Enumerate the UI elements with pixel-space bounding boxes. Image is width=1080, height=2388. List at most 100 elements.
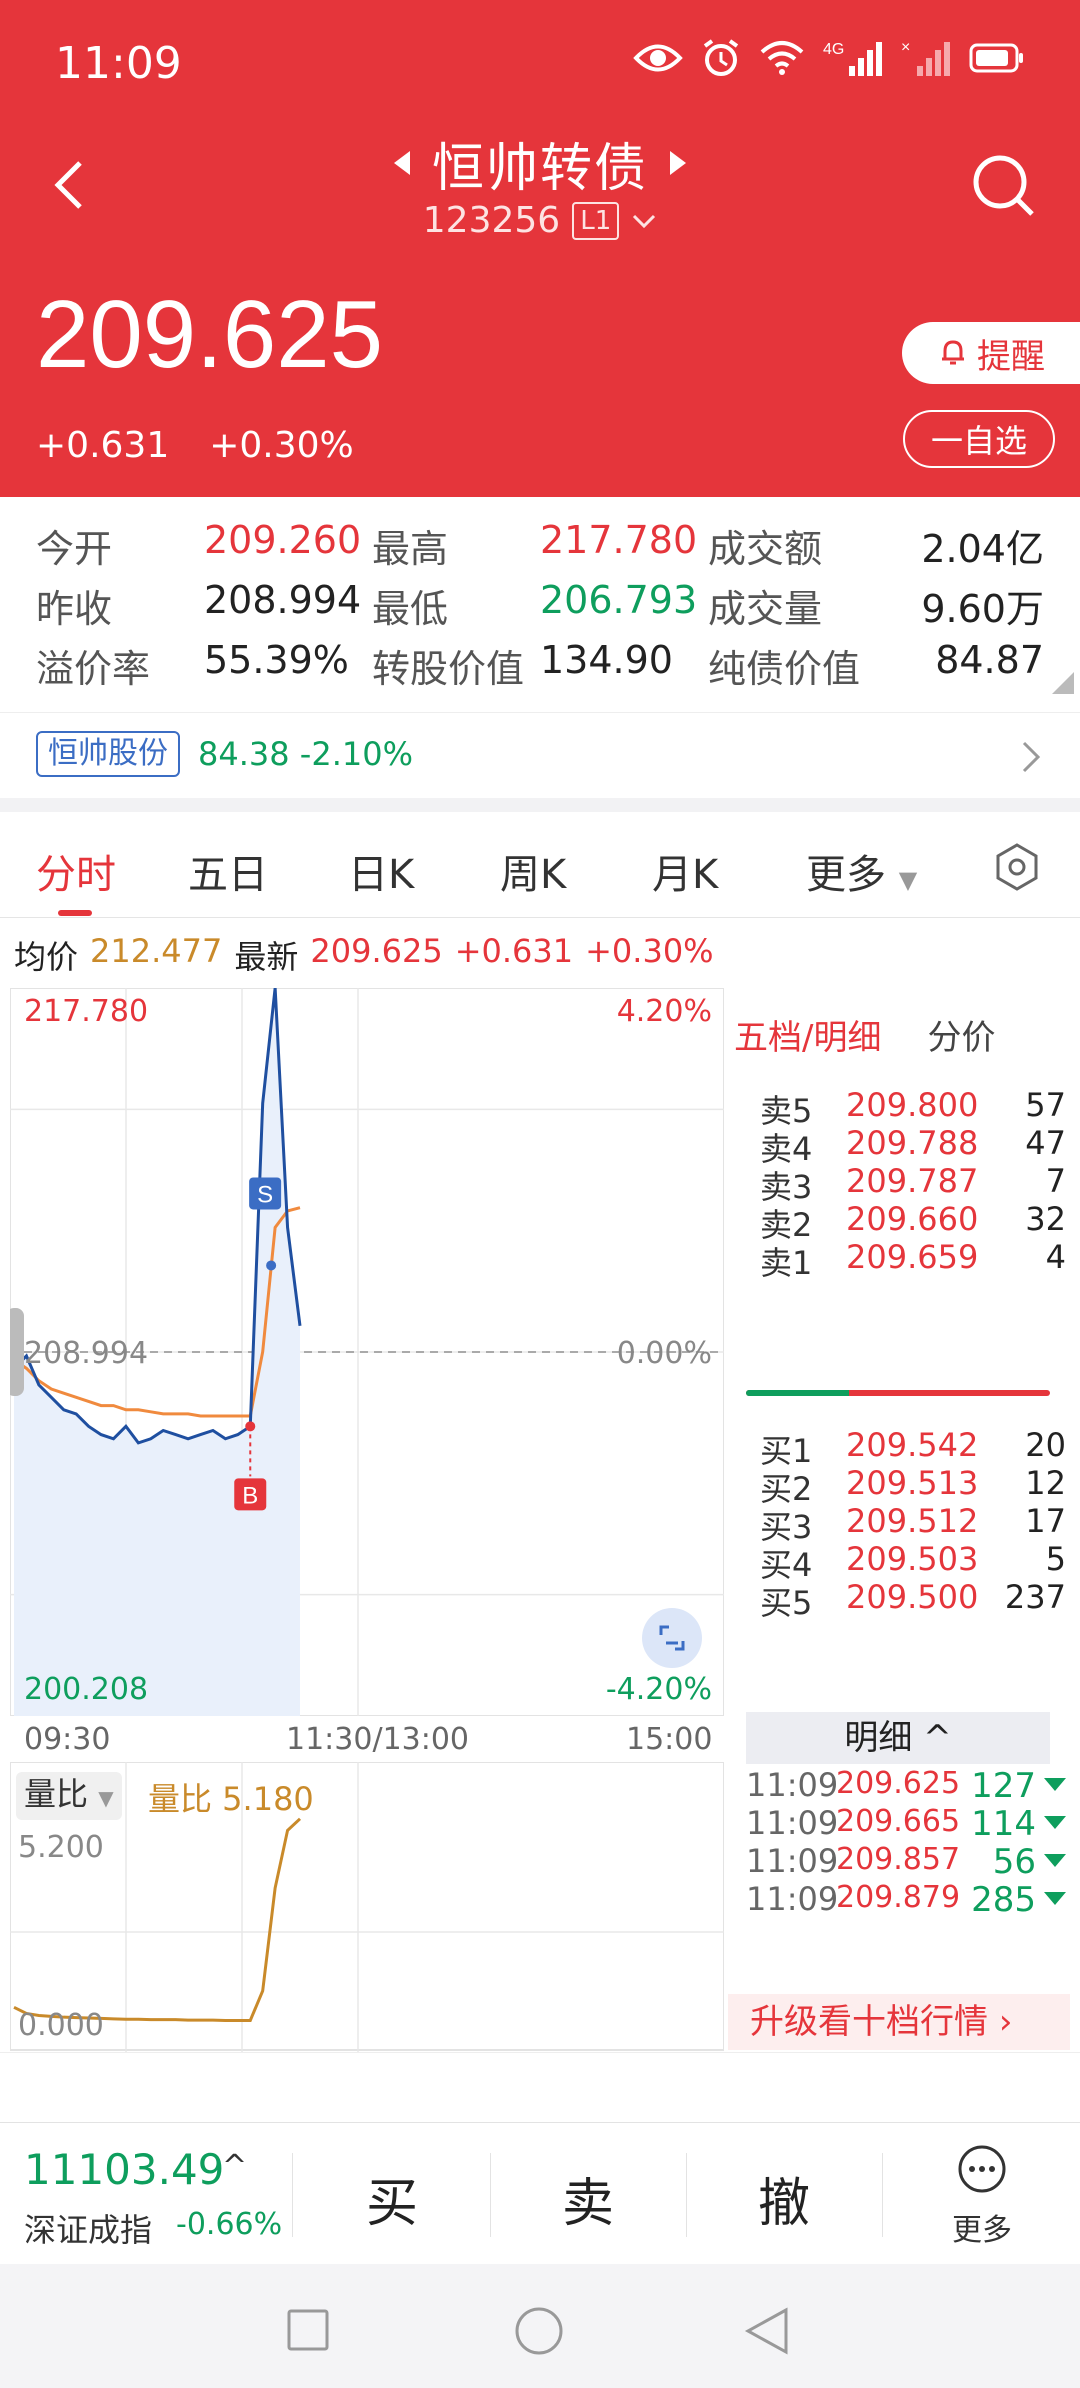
bid-qty: 20 — [1025, 1426, 1066, 1464]
add-favorite-button[interactable]: 一自选 — [903, 410, 1055, 468]
battery-icon — [969, 43, 1023, 73]
y-mid-label: 208.994 — [24, 1336, 149, 1371]
underlying-stock-quote: 84.38 -2.10% — [198, 735, 413, 773]
tab-more[interactable]: 更多 ▼ — [806, 842, 917, 900]
turnover-value: 2.04亿 — [921, 527, 1044, 571]
tab-five-day[interactable]: 五日 — [188, 842, 268, 900]
bid-row: 买2 209.513 12 — [746, 1464, 1066, 1508]
ask-qty: 32 — [1025, 1200, 1066, 1238]
volume-ratio-chart: 量比 ▼ 量比 5.180 5.200 0.000 — [10, 1762, 724, 2052]
indicator-select-label: 量比 — [24, 1775, 89, 1813]
underlying-stock-name: 恒帅股份 — [36, 731, 180, 777]
next-stock-icon[interactable] — [670, 151, 686, 175]
cancel-order-button[interactable]: 撤 — [758, 2161, 810, 2236]
remind-button[interactable]: 提醒 — [902, 322, 1080, 384]
conv-value: 134.90 — [540, 638, 673, 682]
search-icon — [973, 155, 1034, 216]
trade-price: 209.625 — [836, 1766, 961, 1801]
search-button[interactable] — [968, 150, 1038, 220]
fullscreen-button[interactable] — [642, 1608, 702, 1668]
intraday-chart[interactable]: B S 217.780 208.994 200.208 4.20% 0.00% -… — [10, 988, 724, 1716]
buy-button[interactable]: 买 — [366, 2161, 418, 2236]
settings-hexagon-icon[interactable] — [994, 842, 1040, 892]
ask-row: 卖2 209.660 32 — [746, 1200, 1066, 1244]
divider — [882, 2153, 883, 2237]
ask-qty: 57 — [1025, 1086, 1066, 1124]
more-button[interactable]: 更多 — [946, 2143, 1018, 2249]
svg-text:4G: 4G — [823, 41, 844, 58]
more-label: 更多 — [952, 2213, 1012, 2248]
y-top-label: 217.780 — [24, 994, 149, 1029]
trade-time: 11:09 — [746, 1842, 839, 1880]
trade-detail-toggle[interactable]: 明细 ^ — [746, 1712, 1050, 1764]
bid-row: 买4 209.503 5 — [746, 1540, 1066, 1584]
bid-price: 209.503 — [846, 1540, 979, 1578]
caret-down-icon: ▼ — [898, 866, 918, 894]
stock-code: 123256 — [422, 200, 561, 241]
indicator-select[interactable]: 量比 ▼ — [16, 1772, 122, 1820]
eye-icon — [633, 44, 683, 72]
trade-time: 11:09 — [746, 1880, 839, 1918]
code-row[interactable]: 123256 L1 — [0, 200, 1080, 241]
latest-label: 最新 — [234, 938, 299, 976]
expand-stats-icon[interactable] — [1052, 672, 1074, 694]
tab-five-levels[interactable]: 五档/明细 — [734, 1010, 881, 1059]
bond-value: 84.87 — [935, 638, 1044, 682]
premium-label: 溢价率 — [36, 647, 151, 691]
price-change-row: +0.631 +0.30% — [36, 425, 354, 466]
latest-change: +0.631 — [454, 932, 574, 970]
index-value: 11103.49 — [24, 2145, 225, 2194]
ask-label: 卖1 — [760, 1244, 813, 1282]
ask-price: 209.659 — [846, 1238, 979, 1276]
home-icon[interactable] — [514, 2306, 564, 2356]
price-change-pct: +0.30% — [209, 425, 354, 466]
trade-price: 209.665 — [836, 1804, 961, 1839]
title-area: 恒帅转债 123256 L1 — [0, 128, 1080, 241]
order-book-tabs: 五档/明细 分价 — [734, 1010, 995, 1059]
down-arrow-icon — [1044, 1854, 1066, 1867]
tab-intraday[interactable]: 分时 — [36, 842, 116, 900]
ask-row: 卖4 209.788 47 — [746, 1124, 1066, 1168]
ask-qty: 47 — [1025, 1124, 1066, 1162]
system-nav-bar — [0, 2264, 1080, 2388]
trade-price: 209.857 — [836, 1842, 961, 1877]
pct-top-label: 4.20% — [616, 994, 712, 1029]
sell-point — [266, 1260, 277, 1271]
back-nav-icon[interactable] — [744, 2306, 790, 2356]
divider — [686, 2153, 687, 2237]
sell-button[interactable]: 卖 — [562, 2161, 614, 2236]
bid-qty: 237 — [1004, 1578, 1066, 1616]
conv-value-label: 转股价值 — [372, 647, 525, 691]
bid-qty: 17 — [1025, 1502, 1066, 1540]
tab-monthly-k[interactable]: 月K — [652, 842, 718, 900]
open-value: 209.260 — [204, 518, 362, 562]
ask-price: 209.800 — [846, 1086, 979, 1124]
upgrade-label: 升级看十档行情 — [750, 2002, 988, 2042]
ask-row: 卖3 209.787 7 — [746, 1162, 1066, 1206]
signal-4g-icon: 4G — [823, 41, 882, 76]
level-badge: L1 — [572, 201, 620, 240]
status-bar: 11:09 4G × — [0, 0, 1080, 130]
y-bottom-label: 200.208 — [24, 1672, 149, 1707]
tab-weekly-k[interactable]: 周K — [500, 842, 566, 900]
tab-price-distribution[interactable]: 分价 — [927, 1010, 995, 1059]
underlying-stock-row[interactable]: 恒帅股份 84.38 -2.10% — [0, 712, 1080, 798]
upgrade-level2-link[interactable]: 升级看十档行情 › — [728, 1994, 1070, 2050]
status-icons: 4G × — [633, 38, 1025, 78]
prev-stock-icon[interactable] — [393, 151, 410, 175]
bottom-action-bar: 11103.49 ^ 深证成指 -0.66% 买 卖 撤 更多 — [0, 2122, 1080, 2264]
recent-apps-icon[interactable] — [286, 2308, 330, 2352]
sell-marker-text: S — [257, 1181, 273, 1208]
vol-bottom-label: 0.000 — [18, 2008, 104, 2043]
prev-close-value: 208.994 — [204, 578, 362, 622]
tab-daily-k[interactable]: 日K — [348, 842, 414, 900]
avg-label: 均价 — [14, 938, 79, 976]
ask-price: 209.788 — [846, 1124, 979, 1162]
index-name: 深证成指 — [24, 2211, 153, 2249]
ask-row: 卖5 209.800 57 — [746, 1086, 1066, 1130]
bond-value-label: 纯债价值 — [708, 647, 861, 691]
bid-price: 209.542 — [846, 1426, 979, 1464]
low-label: 最低 — [372, 587, 449, 631]
turnover-label: 成交额 — [708, 527, 823, 571]
trade-time: 11:09 — [746, 1804, 839, 1842]
